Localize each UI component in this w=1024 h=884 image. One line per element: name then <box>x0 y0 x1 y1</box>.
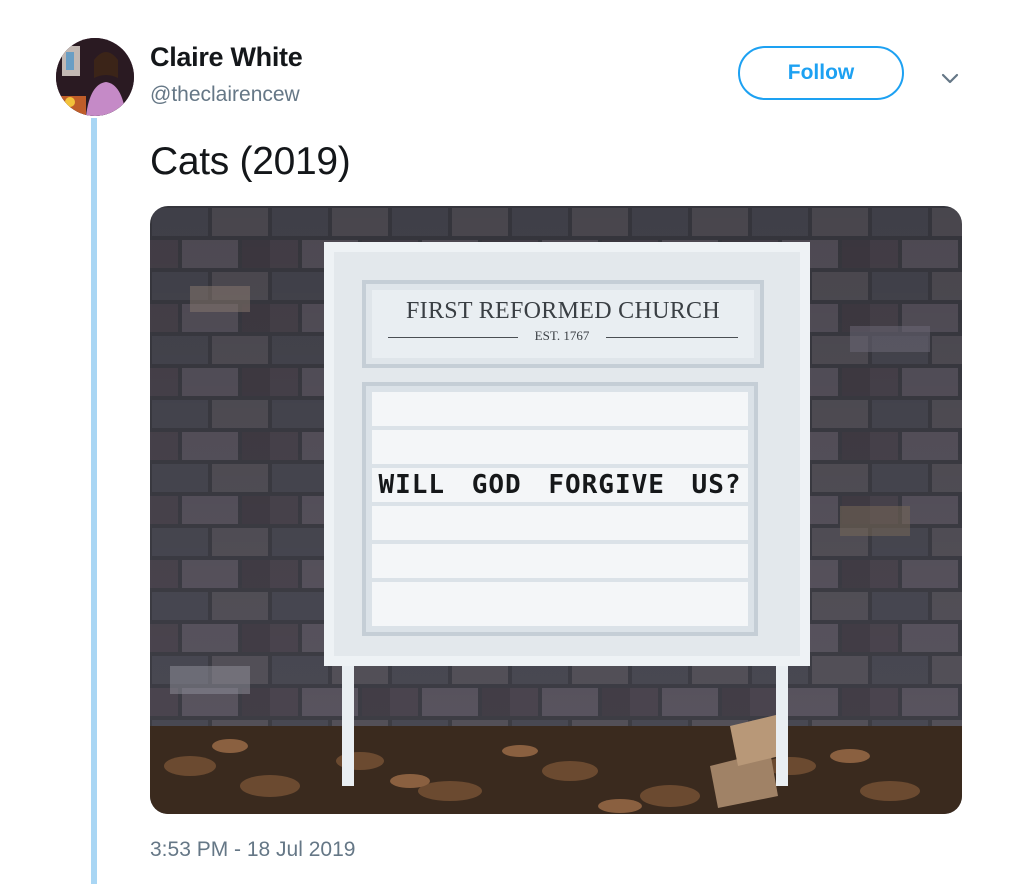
tweet-text: Cats (2019) <box>150 140 351 183</box>
sign-est-text: EST. 1767 <box>534 328 590 343</box>
sign-divider-right <box>606 337 738 338</box>
sign-divider-left <box>388 337 518 338</box>
tweet-photo[interactable]: FIRST REFORMED CHURCH EST. 1767 WILL GOD… <box>150 206 962 814</box>
follow-button[interactable]: Follow <box>738 46 904 100</box>
sign-message: WILL GOD FORGIVE US? <box>378 470 742 500</box>
author-name[interactable]: Claire White <box>150 42 303 73</box>
sign-header-text: FIRST REFORMED CHURCH <box>406 298 720 324</box>
avatar-photo <box>56 38 134 116</box>
avatar[interactable] <box>56 38 134 116</box>
author-handle[interactable]: @theclairencew <box>150 83 300 107</box>
tweet-timestamp[interactable]: 3:53 PM - 18 Jul 2019 <box>150 838 355 862</box>
chevron-down-icon[interactable] <box>936 64 964 92</box>
thread-line <box>91 118 97 884</box>
